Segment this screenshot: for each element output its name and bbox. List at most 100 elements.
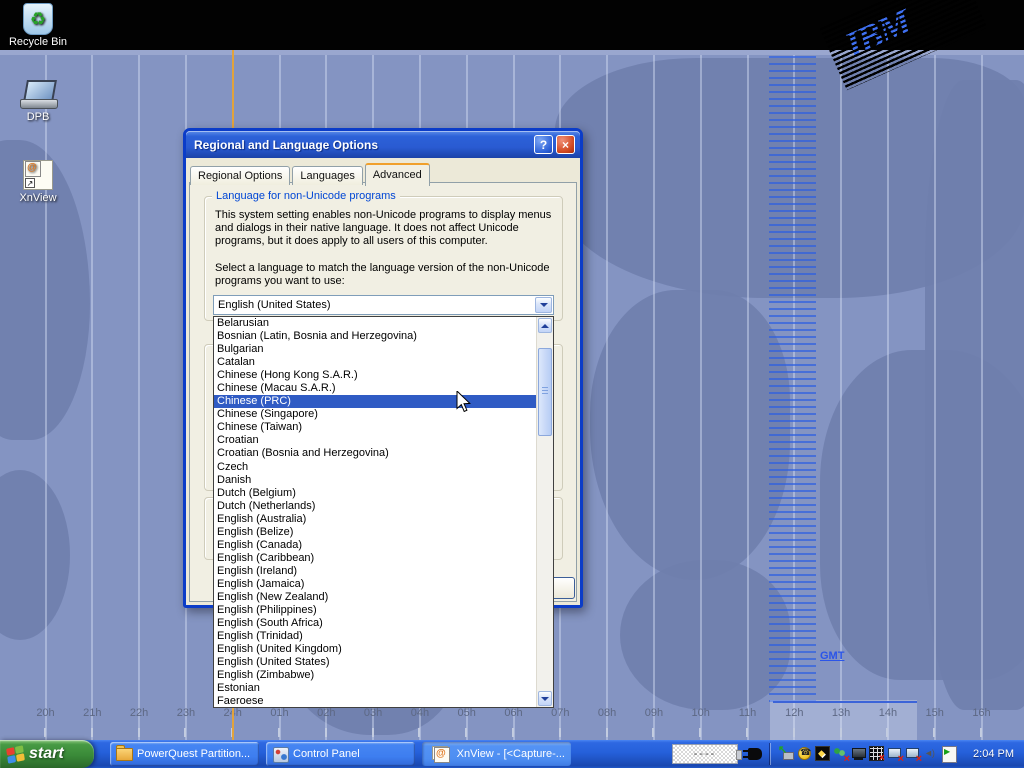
shortcut-arrow-icon: ↗: [25, 178, 35, 188]
language-list-items: BelarusianBosnian (Latin, Bosnia and Her…: [214, 317, 536, 708]
list-item[interactable]: English (Belize): [214, 526, 536, 539]
taskbar: start PowerQuest Partition... Control Pa…: [0, 740, 1024, 768]
docking-station-icon[interactable]: [851, 746, 866, 761]
start-button[interactable]: start: [0, 740, 94, 768]
list-item[interactable]: English (Ireland): [214, 565, 536, 578]
timezone-label: 23h: [162, 700, 209, 740]
phone-icon[interactable]: [797, 746, 812, 761]
list-scrollbar[interactable]: [536, 317, 553, 707]
dpb-icon[interactable]: DPB: [0, 80, 76, 123]
power-plug-icon[interactable]: [748, 748, 762, 760]
tab-languages[interactable]: Languages: [292, 166, 362, 185]
display-utility-icon[interactable]: [815, 746, 830, 761]
timezone-label: 16h: [958, 700, 1005, 740]
system-tray: [779, 746, 956, 761]
tray-divider: [770, 743, 771, 765]
taskbar-button-xnview[interactable]: XnView - [<Capture-...: [422, 742, 571, 766]
list-item[interactable]: Czech: [214, 461, 536, 474]
network-drive-offline-icon[interactable]: [869, 746, 884, 761]
timezone-label: 20h: [22, 700, 69, 740]
scroll-down-button[interactable]: [538, 691, 552, 706]
list-item[interactable]: English (Jamaica): [214, 578, 536, 591]
list-item[interactable]: English (United States): [214, 656, 536, 669]
tab-strip: Regional OptionsLanguagesAdvanced: [190, 162, 432, 185]
taskbar-button-powerquest[interactable]: PowerQuest Partition...: [110, 742, 259, 766]
battery-meter[interactable]: ----: [672, 744, 738, 764]
list-item[interactable]: English (New Zealand): [214, 591, 536, 604]
list-item[interactable]: English (Caribbean): [214, 552, 536, 565]
list-item[interactable]: English (Philippines): [214, 604, 536, 617]
dialog-titlebar[interactable]: Regional and Language Options ? ×: [186, 131, 580, 158]
timezone-label: 12h: [771, 700, 818, 740]
timezone-label: 08h: [584, 700, 631, 740]
recycle-bin-image: [23, 3, 53, 35]
volume-icon[interactable]: [923, 746, 938, 761]
list-item[interactable]: Bosnian (Latin, Bosnia and Herzegovina): [214, 330, 536, 343]
gmt-meridian-band: [769, 56, 816, 702]
laptop-image: [17, 80, 59, 110]
gmt-label: GMT: [820, 650, 844, 662]
network-disconnected-icon[interactable]: [887, 746, 902, 761]
list-item[interactable]: Croatian (Bosnia and Herzegovina): [214, 447, 536, 460]
list-item[interactable]: Chinese (Taiwan): [214, 421, 536, 434]
timezone-label: 15h: [911, 700, 958, 740]
task-monitor-icon[interactable]: [941, 746, 956, 761]
wireless-disconnected-icon[interactable]: [905, 746, 920, 761]
dialog-title: Regional and Language Options: [194, 138, 531, 152]
remove-hardware-icon[interactable]: [779, 746, 794, 761]
list-item[interactable]: English (Australia): [214, 513, 536, 526]
icon-label: DPB: [27, 111, 50, 123]
list-item[interactable]: Bulgarian: [214, 343, 536, 356]
list-item[interactable]: Faeroese: [214, 695, 536, 708]
users-offline-icon[interactable]: [833, 746, 848, 761]
windows-flag-icon: [6, 745, 25, 763]
icon-label: Recycle Bin: [9, 36, 67, 48]
list-item[interactable]: Chinese (Hong Kong S.A.R.): [214, 369, 536, 382]
timezone-label: 13h: [818, 700, 865, 740]
list-item[interactable]: English (Zimbabwe): [214, 669, 536, 682]
list-item[interactable]: Catalan: [214, 356, 536, 369]
task-button-icon: [272, 747, 288, 761]
tab-advanced[interactable]: Advanced: [365, 163, 430, 186]
start-label: start: [29, 745, 64, 763]
close-button[interactable]: ×: [556, 135, 575, 154]
timezone-label: 22h: [116, 700, 163, 740]
task-button-area: PowerQuest Partition... Control Panel Xn…: [110, 742, 571, 766]
icon-label: XnView: [19, 192, 56, 204]
list-item[interactable]: Dutch (Netherlands): [214, 500, 536, 513]
combobox-dropdown-button[interactable]: [535, 297, 552, 313]
list-item[interactable]: English (Canada): [214, 539, 536, 552]
timezone-label: 14h: [864, 700, 911, 740]
list-item[interactable]: Estonian: [214, 682, 536, 695]
taskbar-clock[interactable]: 2:04 PM: [973, 740, 1014, 768]
list-item[interactable]: Croatian: [214, 434, 536, 447]
list-item[interactable]: Danish: [214, 474, 536, 487]
timezone-label: 09h: [630, 700, 677, 740]
xnview-icon[interactable]: ↗ XnView: [0, 160, 76, 204]
task-button-icon: [116, 747, 132, 761]
instruction-text: Select a language to match the language …: [215, 262, 567, 288]
recycle-bin-icon[interactable]: Recycle Bin: [0, 3, 76, 48]
list-item[interactable]: Belarusian: [214, 317, 536, 330]
list-item[interactable]: Chinese (Singapore): [214, 408, 536, 421]
list-item[interactable]: English (South Africa): [214, 617, 536, 630]
language-dropdown-list: BelarusianBosnian (Latin, Bosnia and Her…: [213, 316, 554, 708]
timezone-label: 11h: [724, 700, 771, 740]
list-item[interactable]: Chinese (PRC): [214, 395, 536, 408]
scrollbar-thumb[interactable]: [538, 348, 552, 436]
timezone-label: 21h: [69, 700, 116, 740]
tab-regional-options[interactable]: Regional Options: [190, 166, 290, 185]
noon-cell-marker: [773, 701, 917, 703]
taskbar-button-control-panel[interactable]: Control Panel: [266, 742, 415, 766]
scroll-up-button[interactable]: [538, 318, 552, 333]
list-item[interactable]: English (Trinidad): [214, 630, 536, 643]
combobox-value: English (United States): [218, 299, 331, 311]
language-combobox[interactable]: English (United States): [213, 295, 554, 315]
list-item[interactable]: Chinese (Macau S.A.R.): [214, 382, 536, 395]
help-button[interactable]: ?: [534, 135, 553, 154]
mouse-cursor: [456, 391, 476, 417]
list-item[interactable]: Dutch (Belgium): [214, 487, 536, 500]
task-button-icon: [432, 746, 448, 760]
list-item[interactable]: English (United Kingdom): [214, 643, 536, 656]
timezone-label: 10h: [677, 700, 724, 740]
